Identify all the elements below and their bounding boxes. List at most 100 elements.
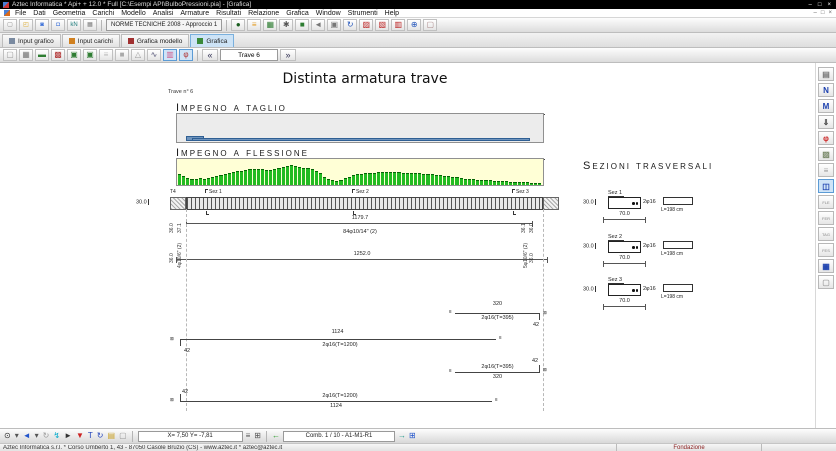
bottom-toolbar-icon[interactable]: ⊞ xyxy=(254,432,261,440)
toolbar-icon[interactable]: ▧ xyxy=(375,19,389,31)
menu-item[interactable]: Geometria xyxy=(53,10,86,17)
bottom-toolbar-icon[interactable]: ↻ xyxy=(43,432,50,440)
view-toolbar-icon[interactable]: △ xyxy=(131,49,145,61)
mdi-minimize-button[interactable]: – xyxy=(814,10,817,16)
right-toolbar-button[interactable]: M xyxy=(818,99,834,113)
view-toolbar-icon[interactable]: ▦ xyxy=(19,49,33,61)
bottom-toolbar-icon[interactable]: ▾ xyxy=(15,432,19,440)
right-toolbar-button[interactable]: φ xyxy=(818,131,834,145)
current-element-box[interactable]: Trave 6 xyxy=(220,49,278,61)
toolbar-icon[interactable]: ▦ xyxy=(83,19,97,31)
toolbar-icon[interactable]: ▦ xyxy=(263,19,277,31)
drawing-canvas[interactable]: Distinta armatura trave Trave n° 6 Impeg… xyxy=(0,63,836,428)
mode-tab[interactable]: Grafica modello xyxy=(121,34,190,47)
combination-display[interactable]: Comb. 1 / 10 - A1-M1-R1 xyxy=(283,431,395,442)
toolbar-icon[interactable]: ■ xyxy=(295,19,309,31)
right-toolbar-button[interactable]: ▤ xyxy=(818,67,834,81)
toolbar-icon[interactable]: ↻ xyxy=(343,19,357,31)
view-toolbar-icon[interactable]: ▬ xyxy=(35,49,49,61)
print-preview-icon[interactable]: ⊞ xyxy=(409,432,416,440)
bottom-toolbar-icon[interactable]: ▢ xyxy=(119,432,127,440)
view-toolbar-icon[interactable]: ≡ xyxy=(99,49,113,61)
prev-element-button[interactable]: « xyxy=(202,49,218,61)
menu-item[interactable]: Window xyxy=(316,10,341,17)
bottom-toolbar-icon[interactable]: T xyxy=(88,432,93,440)
menu-item[interactable]: Carichi xyxy=(92,10,114,17)
right-toolbar-button[interactable]: FER xyxy=(818,211,834,225)
menu-item[interactable]: Armature xyxy=(180,10,209,17)
close-button[interactable]: × xyxy=(827,2,831,8)
bending-bar xyxy=(323,177,326,185)
bottom-toolbar-icon[interactable]: ↻ xyxy=(97,432,104,440)
next-combination-button[interactable]: → xyxy=(398,432,406,440)
right-toolbar-button[interactable]: ≡ xyxy=(818,163,834,177)
tab-icon xyxy=(128,38,134,44)
toolbar-icon[interactable]: ▥ xyxy=(391,19,405,31)
bending-bar xyxy=(534,183,537,185)
support-label: T4 xyxy=(170,189,176,195)
mdi-restore-button[interactable]: □ xyxy=(821,10,825,16)
right-toolbar-button[interactable]: TAG xyxy=(818,227,834,241)
bottom-toolbar-icon[interactable]: ► xyxy=(64,432,72,440)
view-toolbar-icon[interactable]: ▥ xyxy=(163,49,177,61)
right-toolbar-button[interactable]: ▨ xyxy=(818,147,834,161)
right-toolbar-button[interactable]: ▢ xyxy=(818,275,834,289)
toolbar-icon[interactable]: ◰ xyxy=(19,19,33,31)
mode-tab[interactable]: Input grafico xyxy=(2,34,61,47)
right-toolbar-button[interactable]: ⇓ xyxy=(818,115,834,129)
menu-item[interactable]: Risultati xyxy=(216,10,241,17)
menu-item[interactable]: Grafica xyxy=(286,10,309,17)
toolbar-icon[interactable]: ◄ xyxy=(311,19,325,31)
maximize-button[interactable]: □ xyxy=(818,2,822,8)
toolbar-icon[interactable]: ▣ xyxy=(327,19,341,31)
bending-bar xyxy=(282,167,285,185)
toolbar-icon[interactable]: ◘ xyxy=(51,19,65,31)
bottom-toolbar-icon[interactable]: ▾ xyxy=(35,432,39,440)
view-toolbar-icon[interactable]: ■ xyxy=(115,49,129,61)
mdi-close-button[interactable]: × xyxy=(828,10,832,16)
total-span-dimline xyxy=(176,259,548,260)
toolbar-icon[interactable]: ▨ xyxy=(359,19,373,31)
view-toolbar-icon[interactable]: ▢ xyxy=(3,49,17,61)
right-toolbar-button[interactable]: ◫ xyxy=(818,179,834,193)
toolbar-icon[interactable]: ✱ xyxy=(279,19,293,31)
bottom-toolbar-icon[interactable]: ▤ xyxy=(108,432,116,440)
bottom-toolbar-icon[interactable]: ≡ xyxy=(246,432,251,440)
toolbar-icon[interactable]: ≡ xyxy=(247,19,261,31)
bending-bar xyxy=(348,177,351,185)
menu-item[interactable]: Strumenti xyxy=(348,10,378,17)
mode-tab[interactable]: Input carichi xyxy=(62,34,120,47)
view-toolbar-icon[interactable]: φ xyxy=(179,49,193,61)
next-element-button[interactable]: » xyxy=(280,49,296,61)
menu-item[interactable]: Analisi xyxy=(153,10,174,17)
view-toolbar-icon[interactable]: ▣ xyxy=(67,49,81,61)
menu-item[interactable]: Help xyxy=(385,10,399,17)
bottom-toolbar-icon[interactable]: ⊙ xyxy=(4,432,11,440)
toolbar-icon[interactable]: ▢ xyxy=(423,19,437,31)
toolbar-icon[interactable]: ⊕ xyxy=(407,19,421,31)
bending-bar xyxy=(273,169,276,185)
bending-bar xyxy=(435,175,438,185)
menu-item[interactable]: Relazione xyxy=(248,10,279,17)
toolbar-icon[interactable]: ◙ xyxy=(35,19,49,31)
menu-item[interactable]: Dati xyxy=(33,10,45,17)
menu-item[interactable]: File xyxy=(15,10,26,17)
right-toolbar-button[interactable]: FLE xyxy=(818,195,834,209)
bottom-toolbar-icon[interactable]: ↯ xyxy=(53,432,60,440)
norme-dropdown[interactable]: NORME TECNICHE 2008 - Approccio 1 xyxy=(106,19,222,31)
toolbar-icon[interactable]: ● xyxy=(231,19,245,31)
right-toolbar-button[interactable]: N xyxy=(818,83,834,97)
minimize-button[interactable]: – xyxy=(809,2,812,8)
menu-item[interactable]: Modello xyxy=(121,10,146,17)
toolbar-icon[interactable]: kN xyxy=(67,19,81,31)
view-toolbar-icon[interactable]: ▣ xyxy=(83,49,97,61)
right-toolbar-button[interactable]: ▦ xyxy=(818,259,834,273)
view-toolbar-icon[interactable]: ∿ xyxy=(147,49,161,61)
view-toolbar-icon[interactable]: ▩ xyxy=(51,49,65,61)
bottom-toolbar-icon[interactable]: ▼ xyxy=(76,432,84,440)
bottom-toolbar-icon[interactable]: ◄ xyxy=(23,432,31,440)
toolbar-icon[interactable]: ▢ xyxy=(3,19,17,31)
prev-combination-button[interactable]: ← xyxy=(272,432,280,440)
mode-tab[interactable]: Grafica xyxy=(190,34,234,47)
right-toolbar-button[interactable]: FES xyxy=(818,243,834,257)
